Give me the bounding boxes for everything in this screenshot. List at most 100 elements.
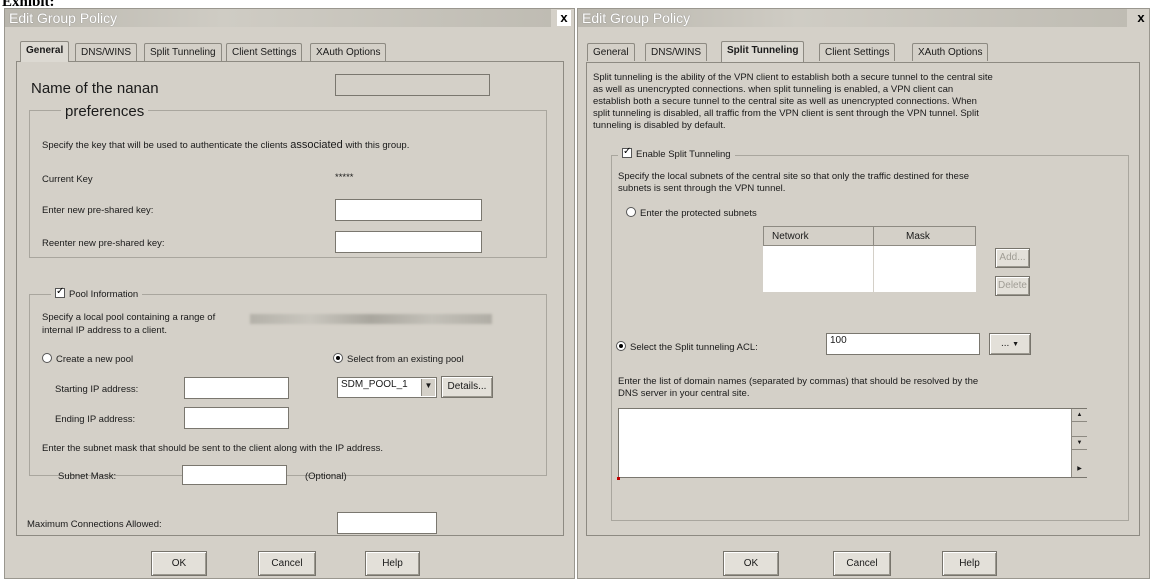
subnet-mask-field[interactable]: [182, 465, 287, 485]
ok-button[interactable]: OK: [723, 551, 779, 576]
redacted-text: [250, 314, 492, 324]
reenter-key-field[interactable]: [335, 231, 482, 253]
tab-dns-wins[interactable]: DNS/WINS: [75, 43, 137, 61]
acl-label: Select the Split tunneling ACL:: [630, 342, 758, 353]
optional-label: (Optional): [305, 471, 347, 482]
key-description-emphasis: associated: [290, 139, 343, 151]
dns-description-1: Enter the list of domain names (separate…: [618, 376, 979, 387]
help-button[interactable]: Help: [365, 551, 420, 576]
key-description-text: Specify the key that will be used to aut…: [42, 140, 288, 151]
tab-client-settings[interactable]: Client Settings: [226, 43, 303, 61]
pool-checkbox[interactable]: [55, 286, 65, 298]
name-label: Name of the nanan: [31, 80, 159, 97]
preferences-legend: preferences: [61, 103, 149, 120]
subnet-mask-label: Subnet Mask:: [58, 471, 117, 482]
scroll-up-icon[interactable]: ▲: [1072, 409, 1087, 422]
chevron-down-icon[interactable]: ▼: [421, 379, 435, 396]
tab-client-settings[interactable]: Client Settings: [819, 43, 896, 61]
enable-split-label: Enable Split Tunneling: [636, 149, 731, 160]
acl-radio-button[interactable]: [616, 341, 626, 351]
dialog-title: Edit Group Policy: [582, 10, 691, 26]
dialog-title: Edit Group Policy: [9, 10, 118, 26]
pool-select[interactable]: SDM_POOL_1 ▼: [337, 377, 437, 398]
intro-line-1: Split tunneling is the ability of the VP…: [593, 72, 993, 83]
tab-split-tunneling[interactable]: Split Tunneling: [144, 43, 222, 61]
max-connections-label: Maximum Connections Allowed:: [27, 519, 162, 530]
end-ip-label: Ending IP address:: [55, 414, 136, 425]
intro-line-5: tunneling is disabled by default.: [593, 120, 726, 131]
pool-select-value: SDM_POOL_1: [341, 379, 408, 390]
right-dialog: Edit Group Policy x General DNS/WINS Spl…: [577, 8, 1150, 579]
split-tunneling-panel: Split tunneling is the ability of the VP…: [586, 62, 1140, 536]
pool-legend[interactable]: Pool Information: [51, 286, 143, 300]
new-key-field[interactable]: [335, 199, 482, 221]
current-key-label: Current Key: [42, 174, 93, 185]
tab-bar: General DNS/WINS Split Tunneling Client …: [587, 41, 1027, 63]
ok-button[interactable]: OK: [151, 551, 207, 576]
tab-split-tunneling[interactable]: Split Tunneling: [721, 41, 805, 62]
scroll-down-icon[interactable]: ▼: [1072, 436, 1087, 450]
new-key-label: Enter new pre-shared key:: [42, 205, 154, 216]
left-titlebar: Edit Group Policy: [5, 9, 551, 27]
add-button[interactable]: Add...: [995, 248, 1030, 268]
pool-legend-label: Pool Information: [69, 289, 139, 300]
close-icon[interactable]: x: [1134, 10, 1148, 26]
key-description: Specify the key that will be used to aut…: [42, 139, 409, 151]
details-button[interactable]: Details...: [441, 376, 493, 398]
right-titlebar: Edit Group Policy: [578, 9, 1127, 27]
name-field: [335, 74, 490, 96]
enable-split-tunneling[interactable]: Enable Split Tunneling: [618, 146, 735, 160]
subnet-description-1: Specify the local subnets of the central…: [618, 171, 969, 182]
create-pool-label: Create a new pool: [56, 354, 134, 365]
table-row[interactable]: [873, 245, 976, 292]
delete-button[interactable]: Delete: [995, 276, 1030, 296]
domain-names-textarea[interactable]: [618, 408, 1087, 478]
select-pool-label: Select from an existing pool: [347, 354, 464, 365]
intro-line-3: establish both a secure tunnel to the ce…: [593, 96, 977, 107]
key-description-tail: with this group.: [345, 140, 410, 151]
intro-line-4: split tunneling is disabled, all traffic…: [593, 108, 979, 119]
subnet-table[interactable]: Network Mask: [763, 226, 976, 292]
cancel-button[interactable]: Cancel: [258, 551, 316, 576]
table-row[interactable]: [764, 246, 874, 293]
tab-dns-wins[interactable]: DNS/WINS: [645, 43, 707, 61]
close-icon[interactable]: x: [557, 10, 571, 26]
network-column-header[interactable]: Network: [763, 226, 874, 246]
help-button[interactable]: Help: [942, 551, 997, 576]
tab-xauth-options[interactable]: XAuth Options: [310, 43, 387, 61]
tab-bar: General DNS/WINS Split Tunneling Client …: [20, 41, 460, 63]
tab-general[interactable]: General: [587, 43, 635, 61]
select-pool-radio[interactable]: Select from an existing pool: [333, 353, 464, 365]
max-connections-field[interactable]: [337, 512, 437, 534]
enable-split-checkbox[interactable]: [622, 146, 632, 158]
reenter-key-label: Reenter new pre-shared key:: [42, 238, 165, 249]
cancel-button[interactable]: Cancel: [833, 551, 891, 576]
acl-browse-button[interactable]: ... ▼: [989, 333, 1031, 355]
tab-xauth-options[interactable]: XAuth Options: [912, 43, 989, 61]
scroll-right-icon[interactable]: ▶: [1072, 463, 1087, 475]
general-panel: Name of the nanan preferences Specify th…: [16, 61, 564, 536]
create-pool-radio-button[interactable]: [42, 353, 52, 363]
acl-browse-label: ...: [1000, 338, 1010, 349]
subnet-description-2: subnets is sent through the VPN tunnel.: [618, 183, 786, 194]
end-ip-field[interactable]: [184, 407, 289, 429]
acl-value: 100: [830, 335, 847, 346]
intro-line-2: as well as unencrypted connections. when…: [593, 84, 954, 95]
start-ip-field[interactable]: [184, 377, 289, 399]
pool-description-2: internal IP address to a client.: [42, 325, 167, 336]
create-pool-radio[interactable]: Create a new pool: [42, 353, 133, 365]
textarea-scrollbar[interactable]: ▲ ▼ ▶: [1071, 409, 1087, 477]
left-dialog: Edit Group Policy x General DNS/WINS Spl…: [4, 8, 575, 579]
error-marker: [617, 477, 620, 480]
tab-general[interactable]: General: [20, 41, 70, 62]
chevron-down-icon: ▼: [1012, 341, 1020, 348]
mask-column-header[interactable]: Mask: [873, 226, 976, 246]
acl-radio[interactable]: Select the Split tunneling ACL:: [616, 341, 758, 353]
protected-subnets-radio[interactable]: Enter the protected subnets: [626, 207, 757, 219]
protected-subnets-radio-button[interactable]: [626, 207, 636, 217]
dns-description-2: DNS server in your central site.: [618, 388, 750, 399]
select-pool-radio-button[interactable]: [333, 353, 343, 363]
acl-field[interactable]: 100: [826, 333, 980, 355]
start-ip-label: Starting IP address:: [55, 384, 139, 395]
subnet-description: Enter the subnet mask that should be sen…: [42, 443, 383, 454]
